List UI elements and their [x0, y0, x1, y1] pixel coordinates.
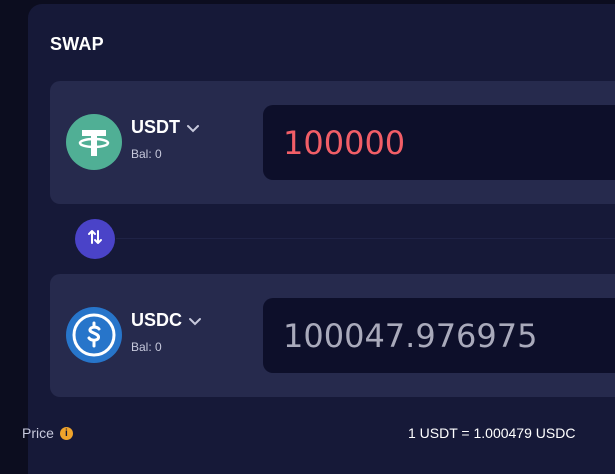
to-amount-box — [263, 298, 615, 373]
to-token-symbol: USDC — [131, 310, 183, 330]
from-token-selector[interactable]: USDT — [131, 116, 200, 139]
usdc-icon — [66, 307, 122, 363]
from-amount-input[interactable] — [283, 123, 615, 162]
from-token-symbol: USDT — [131, 117, 180, 137]
swap-panel: SWAP USDT Bal: 0 100000 USDC Bal: 0 1000… — [28, 4, 615, 474]
to-token-balance: Bal: 0 — [131, 340, 162, 354]
divider — [116, 238, 615, 239]
from-token-balance: Bal: 0 — [131, 147, 162, 161]
price-label-row: Price i — [22, 425, 73, 441]
price-value: 1 USDT = 1.000479 USDC — [408, 425, 576, 441]
to-amount-input[interactable] — [283, 316, 615, 355]
panel-title: SWAP — [50, 34, 104, 54]
from-token-card: USDT Bal: 0 — [50, 81, 615, 204]
from-amount-box — [263, 105, 615, 180]
chevron-down-icon — [186, 118, 200, 139]
to-token-card: USDC Bal: 0 — [50, 274, 615, 397]
chevron-down-icon — [188, 311, 202, 332]
info-icon[interactable]: i — [59, 426, 73, 440]
swap-direction-button[interactable] — [75, 219, 115, 259]
swap-arrows-icon — [86, 228, 104, 251]
tether-icon — [66, 114, 122, 170]
swap-direction-row — [50, 219, 615, 259]
to-token-selector[interactable]: USDC — [131, 309, 202, 332]
price-label: Price — [22, 425, 54, 441]
